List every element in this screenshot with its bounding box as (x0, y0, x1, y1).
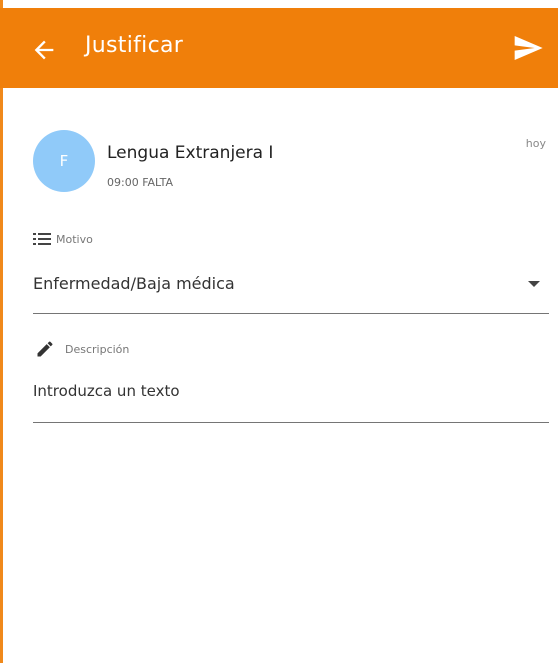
avatar-letter: F (59, 152, 69, 170)
screen: Justificar F Lengua Extranjera I 09:00 F… (0, 0, 558, 663)
avatar: F (33, 130, 95, 192)
page-title: Justificar (85, 33, 184, 58)
subject-title: Lengua Extranjera I (107, 143, 274, 163)
chevron-down-icon (528, 281, 540, 287)
send-button[interactable] (512, 32, 544, 64)
motivo-label: Motivo (56, 233, 93, 246)
app-bar: Justificar (0, 8, 558, 88)
pencil-icon (37, 341, 53, 357)
descripcion-input[interactable] (33, 382, 533, 400)
motivo-underline (33, 313, 549, 314)
motivo-selected-value: Enfermedad/Baja médica (33, 274, 235, 293)
descripcion-underline (33, 422, 549, 423)
send-icon (514, 36, 543, 60)
absence-detail: 09:00 FALTA (107, 176, 174, 189)
back-button[interactable] (30, 36, 58, 64)
list-icon (33, 233, 51, 245)
arrow-left-icon (34, 40, 54, 60)
date-label: hoy (525, 137, 546, 150)
descripcion-label: Descripción (65, 343, 130, 356)
